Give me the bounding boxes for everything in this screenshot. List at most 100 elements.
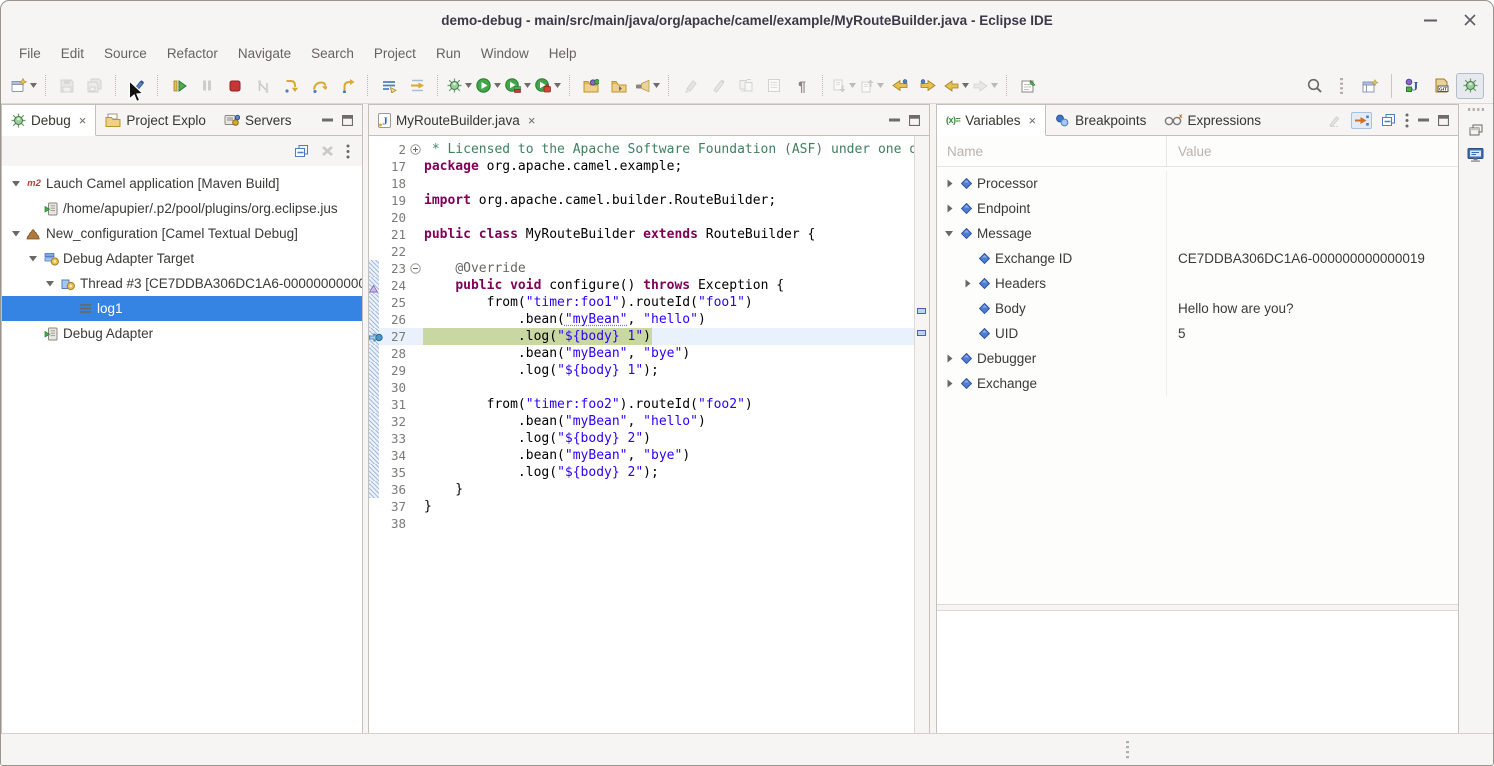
code-line[interactable]: 18 — [369, 175, 914, 192]
menu-refactor[interactable]: Refactor — [157, 43, 228, 64]
code-line[interactable]: 23 @Override — [369, 260, 914, 277]
expander-open-icon[interactable] — [8, 180, 24, 187]
column-header-name[interactable]: Name — [937, 136, 1167, 166]
dropdown-arrow-icon[interactable] — [849, 83, 856, 88]
suspend-button[interactable] — [194, 74, 220, 98]
fold-minus-icon[interactable] — [408, 263, 423, 274]
remove-all-terminated-button[interactable] — [321, 145, 334, 157]
debug-perspective-button[interactable] — [1456, 73, 1484, 99]
tab-expressions[interactable]: xExpressions — [1155, 105, 1270, 135]
code-line[interactable]: 19import org.apache.camel.builder.RouteB… — [369, 192, 914, 209]
menu-file[interactable]: File — [9, 43, 51, 64]
tab-variables[interactable]: (x)=Variables× — [937, 105, 1046, 136]
code-line[interactable]: 22 — [369, 243, 914, 260]
restore-views-button[interactable] — [1469, 124, 1483, 136]
terminate-button[interactable] — [222, 74, 248, 98]
debug-tree-row[interactable]: m2Lauch Camel application [Maven Build] — [2, 171, 362, 196]
dropdown-arrow-icon[interactable] — [494, 83, 501, 88]
expander-closed-icon[interactable] — [941, 379, 957, 388]
expander-closed-icon[interactable] — [941, 179, 957, 188]
variable-row-exchange[interactable]: Exchange — [937, 371, 1458, 396]
code-line[interactable]: 21public class MyRouteBuilder extends Ro… — [369, 226, 914, 243]
code-line[interactable]: 28 .bean("myBean", "bye") — [369, 345, 914, 362]
code-line[interactable]: 33 .log("${body} 2") — [369, 430, 914, 447]
dropdown-arrow-icon[interactable] — [30, 83, 37, 88]
debug-tree-row[interactable]: Thread #3 [CE7DDBA306DC1A6-00000000000 — [2, 271, 362, 296]
overview-ruler[interactable] — [914, 136, 929, 733]
variable-row-processor[interactable]: Processor — [937, 171, 1458, 196]
variable-row-debugger[interactable]: Debugger — [937, 346, 1458, 371]
menu-source[interactable]: Source — [94, 43, 157, 64]
code-line[interactable]: 30 — [369, 379, 914, 396]
variable-detail-pane[interactable] — [937, 611, 1458, 733]
minimize-view-button[interactable] — [889, 118, 900, 122]
expander-open-icon[interactable] — [941, 230, 957, 237]
resume-button[interactable] — [166, 74, 192, 98]
code-line[interactable]: 2 * Licensed to the Apache Software Foun… — [369, 141, 914, 158]
minimize-view-button[interactable] — [322, 118, 333, 122]
menu-navigate[interactable]: Navigate — [228, 43, 301, 64]
tab-close-button[interactable]: × — [79, 113, 87, 128]
tab-project-explo[interactable]: Project Explo — [96, 105, 215, 135]
dropdown-arrow-icon[interactable] — [554, 83, 561, 88]
expander-closed-icon[interactable] — [959, 279, 975, 288]
menu-project[interactable]: Project — [364, 43, 426, 64]
view-menu-button[interactable] — [346, 144, 350, 159]
java-perspective-button[interactable]: J — [1400, 74, 1426, 98]
code-line[interactable]: 32 .bean("myBean", "hello") — [369, 413, 914, 430]
code-line-current[interactable]: 27 .log("${body} 1") — [369, 328, 914, 345]
maximize-view-button[interactable] — [1438, 115, 1449, 126]
dropdown-arrow-icon[interactable] — [653, 83, 660, 88]
expander-closed-icon[interactable] — [941, 354, 957, 363]
dropdown-arrow-icon[interactable] — [465, 83, 472, 88]
code-line[interactable]: 38 — [369, 515, 914, 532]
expander-open-icon[interactable] — [8, 230, 24, 237]
dropdown-arrow-icon[interactable] — [991, 83, 998, 88]
expander-open-icon[interactable] — [42, 280, 58, 287]
show-source-button[interactable] — [761, 74, 787, 98]
dropdown-arrow-icon[interactable] — [524, 83, 531, 88]
console-button[interactable] — [1467, 148, 1485, 163]
dropdown-arrow-icon[interactable] — [877, 83, 884, 88]
variable-row-body[interactable]: BodyHello how are you? — [937, 296, 1458, 321]
maximize-view-button[interactable] — [909, 115, 920, 126]
debug-tree-row[interactable]: /home/apupier/.p2/pool/plugins/org.eclip… — [2, 196, 362, 221]
variables-detail-sash[interactable] — [937, 604, 1458, 611]
previous-annotation-button[interactable] — [859, 74, 885, 98]
overview-annotation-marker[interactable] — [917, 308, 926, 314]
collapse-all-button[interactable] — [1381, 113, 1396, 127]
git-perspective-button[interactable]: GIT — [1428, 74, 1454, 98]
menu-help[interactable]: Help — [539, 43, 587, 64]
disconnect-button[interactable] — [250, 74, 276, 98]
show-type-names-button[interactable] — [1328, 114, 1342, 127]
new-wizard-button[interactable] — [10, 74, 38, 98]
forward-button[interactable] — [972, 74, 999, 98]
format-button[interactable] — [705, 74, 731, 98]
status-bar-handle[interactable] — [1126, 741, 1130, 764]
expander-open-icon[interactable] — [25, 255, 41, 262]
coverage-as-button[interactable] — [504, 74, 532, 98]
toolbar-grip-button[interactable] — [1329, 74, 1355, 98]
window-minimize-button[interactable] — [1421, 11, 1439, 29]
debug-tree-row[interactable]: Debug Adapter — [2, 321, 362, 346]
save-all-button[interactable] — [82, 74, 108, 98]
menu-window[interactable]: Window — [471, 43, 539, 64]
window-close-button[interactable] — [1461, 11, 1479, 29]
code-line[interactable]: 20 — [369, 209, 914, 226]
step-into-button[interactable] — [278, 74, 304, 98]
code-line[interactable]: 29 .log("${body} 1"); — [369, 362, 914, 379]
search-menu-button[interactable] — [634, 74, 661, 98]
java-editor[interactable]: 2 * Licensed to the Apache Software Foun… — [369, 136, 929, 733]
code-line[interactable]: 37} — [369, 498, 914, 515]
next-edit-location-button[interactable] — [915, 74, 941, 98]
variable-row-uid[interactable]: UID5 — [937, 321, 1458, 346]
pin-editor-button[interactable] — [1015, 74, 1041, 98]
previous-edit-location-button[interactable] — [887, 74, 913, 98]
code-line[interactable]: 26 .bean("myBean", "hello") — [369, 311, 914, 328]
tab-debug[interactable]: Debug× — [2, 105, 96, 136]
step-over-button[interactable] — [306, 74, 332, 98]
debug-as-button[interactable] — [446, 74, 473, 98]
open-resource-button[interactable] — [606, 74, 632, 98]
open-type-button[interactable] — [578, 74, 604, 98]
tab-close-button[interactable]: × — [1029, 113, 1037, 128]
